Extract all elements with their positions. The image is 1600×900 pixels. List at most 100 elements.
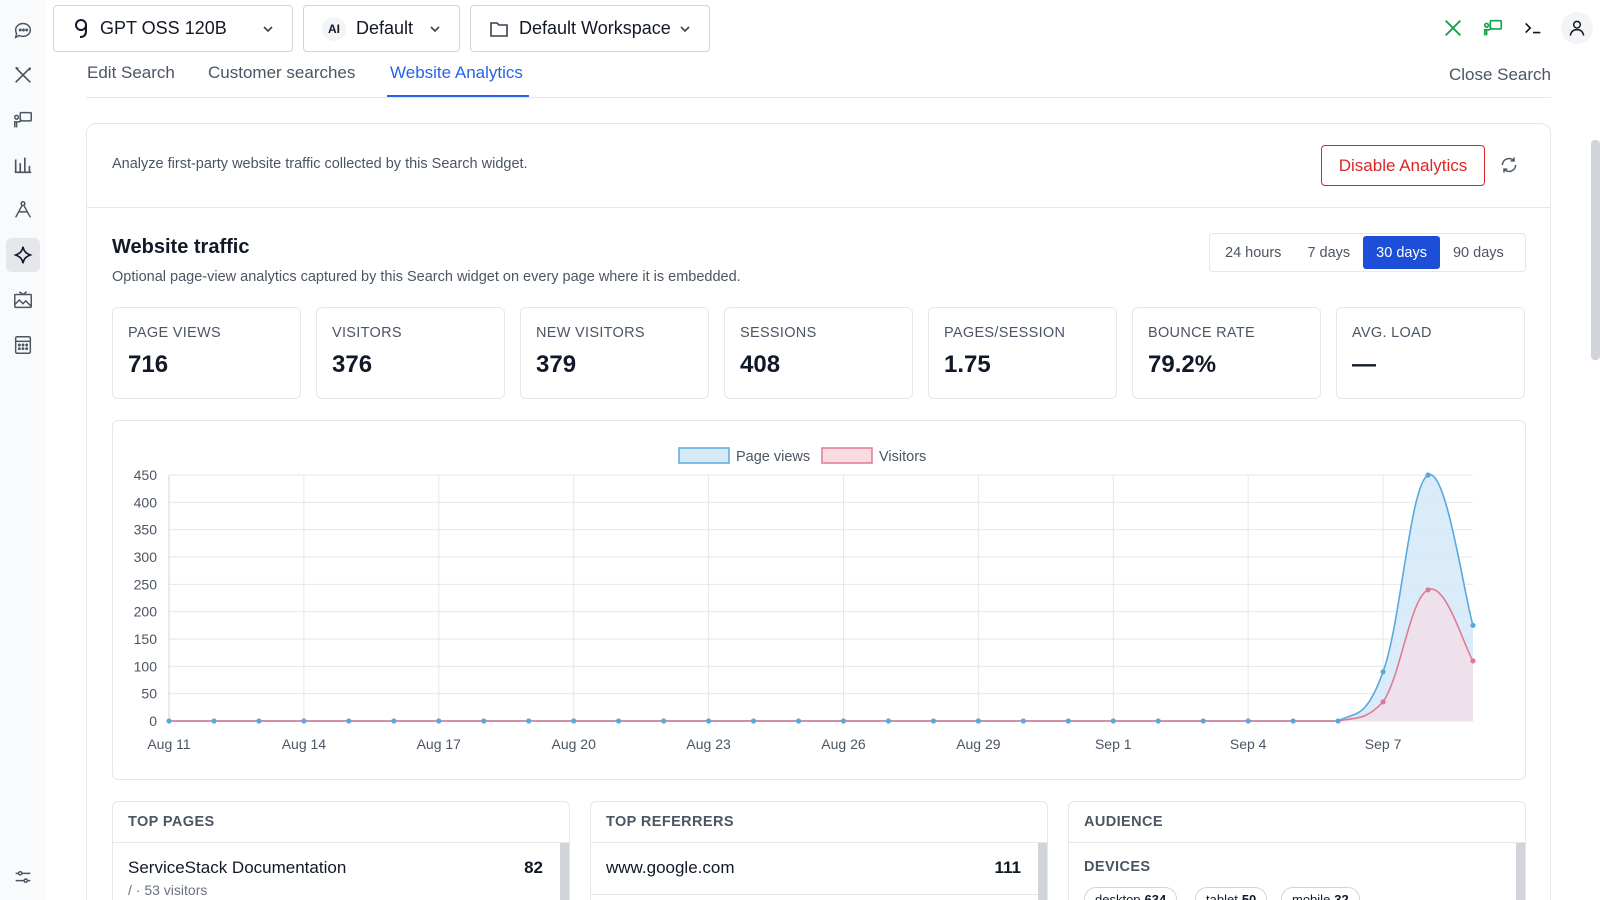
range-30-days[interactable]: 30 days (1363, 236, 1440, 269)
tab-website-analytics[interactable]: Website Analytics (390, 63, 523, 83)
point-page-views (391, 718, 397, 724)
stat-label: VISITORS (332, 325, 402, 341)
tabs-divider (86, 97, 1551, 98)
point-visitors (1470, 658, 1476, 664)
top-referrers-panel: TOP REFERRERS www.google.com 111 (590, 801, 1048, 900)
persona-selector[interactable]: AI Default (303, 5, 460, 52)
tab-customer-searches[interactable]: Customer searches (208, 63, 355, 83)
qwen-logo-icon (72, 18, 90, 40)
stat-value: 1.75 (944, 351, 991, 378)
refresh-icon[interactable] (1499, 155, 1519, 175)
terminal-icon[interactable] (1521, 16, 1545, 40)
point-page-views (705, 718, 712, 724)
presenter-icon[interactable] (1481, 16, 1505, 40)
point-page-views (1290, 718, 1296, 724)
range-24-hours[interactable]: 24 hours (1212, 236, 1294, 269)
y-tick-label: 300 (134, 549, 158, 565)
x-tick-label: Aug 29 (956, 736, 1001, 752)
tools-icon[interactable] (6, 58, 40, 92)
devices-heading: DEVICES (1084, 859, 1151, 875)
point-page-views (885, 718, 892, 724)
point-page-views (211, 718, 217, 724)
scrollbar[interactable] (1516, 843, 1525, 900)
stat-card-new-visitors: NEW VISITORS 379 (520, 307, 709, 399)
compass-icon[interactable] (6, 193, 40, 227)
y-tick-label: 450 (134, 467, 158, 483)
device-chip-mobile: mobile 32 (1281, 887, 1360, 900)
traffic-chart: 0 50 100 150 200 250 300 350 400 450 Aug 11 Aug 14 A… (112, 420, 1526, 780)
page-row-count: 82 (524, 858, 543, 877)
point-page-views (1470, 622, 1476, 628)
range-7-days[interactable]: 7 days (1294, 236, 1363, 269)
stat-value: 79.2% (1148, 351, 1217, 378)
stat-card-sessions: SESSIONS 408 (724, 307, 913, 399)
point-page-views (795, 718, 802, 724)
sidebar (0, 0, 46, 900)
point-page-views (1380, 669, 1386, 675)
device-count: 634 (1144, 891, 1167, 900)
device-chip-tablet: tablet 50 (1195, 887, 1268, 900)
chat-icon[interactable] (6, 13, 40, 47)
sparkle-icon[interactable] (6, 238, 40, 272)
tools-icon[interactable] (1441, 16, 1465, 40)
point-page-views (346, 718, 352, 724)
row-divider (591, 894, 1047, 895)
stat-value: 408 (740, 351, 781, 378)
point-page-views (1110, 718, 1116, 724)
page-scrollbar[interactable] (1591, 140, 1600, 360)
stat-card-page-views: PAGE VIEWS 716 (112, 307, 301, 399)
x-tick-label: Aug 20 (552, 736, 597, 752)
ai-icon: AI (322, 16, 346, 41)
scrollbar[interactable] (1038, 843, 1047, 900)
device-count: 50 (1241, 891, 1257, 900)
point-page-views (526, 718, 532, 724)
top-pages-panel: TOP PAGES ServiceStack Documentation / ·… (112, 801, 570, 900)
point-page-views (840, 718, 847, 724)
x-tick-label: Aug 14 (282, 736, 327, 752)
bar-chart-icon[interactable] (6, 148, 40, 182)
image-icon[interactable] (6, 283, 40, 317)
user-icon[interactable] (1561, 12, 1593, 44)
x-tick-label: Aug 23 (686, 736, 731, 752)
y-tick-label: 100 (134, 658, 158, 674)
area-visitors (169, 589, 1473, 721)
x-tick-label: Aug 11 (147, 736, 191, 752)
chevron-down-icon (680, 26, 690, 33)
referrer-row-label[interactable]: www.google.com (606, 858, 735, 878)
point-page-views (301, 718, 307, 724)
panel-title: AUDIENCE (1084, 814, 1163, 830)
active-tab-indicator (387, 95, 529, 97)
tab-edit-search[interactable]: Edit Search (87, 63, 175, 83)
page-row-label[interactable]: ServiceStack Documentation (128, 858, 346, 878)
scrollbar[interactable] (560, 843, 569, 900)
stat-value: 716 (128, 351, 169, 378)
workspace-label: Default Workspace (519, 18, 671, 38)
y-tick-label: 50 (141, 686, 157, 702)
workspace-selector[interactable]: Default Workspace (470, 5, 710, 52)
point-page-views (975, 718, 981, 724)
time-range-selector: 24 hours 7 days 30 days 90 days (1209, 233, 1526, 272)
disable-analytics-button[interactable]: Disable Analytics (1321, 145, 1485, 186)
panel-divider (113, 842, 569, 843)
y-tick-label: 400 (134, 494, 158, 510)
close-search-link[interactable]: Close Search (1449, 65, 1551, 85)
legend-label-page-views: Page views (736, 449, 810, 465)
point-page-views (1335, 718, 1341, 724)
y-tick-label: 250 (134, 576, 158, 592)
presenter-icon[interactable] (6, 103, 40, 137)
referrer-row-count: 111 (994, 858, 1022, 877)
settings-sliders-icon[interactable] (6, 860, 40, 894)
calculator-icon[interactable] (6, 328, 40, 362)
model-selector[interactable]: GPT OSS 120B (53, 5, 293, 52)
area-page-views (169, 474, 1473, 721)
point-page-views (1155, 718, 1161, 724)
point-page-views (1425, 472, 1431, 478)
section-title: Website traffic (112, 236, 250, 258)
stat-label: PAGE VIEWS (128, 325, 221, 341)
range-90-days[interactable]: 90 days (1440, 236, 1517, 269)
y-tick-label: 200 (134, 604, 158, 620)
point-page-views (1245, 718, 1251, 724)
point-page-views (750, 718, 757, 724)
point-page-views (571, 718, 577, 724)
x-tick-label: Aug 17 (417, 736, 462, 752)
